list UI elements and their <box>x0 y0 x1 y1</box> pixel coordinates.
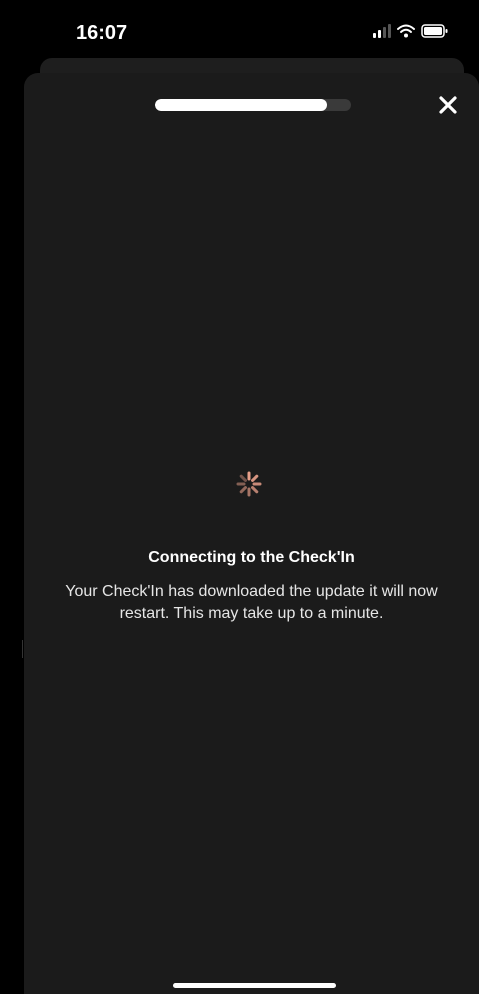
close-button[interactable] <box>435 92 461 118</box>
home-indicator <box>173 983 336 988</box>
progress-fill <box>155 99 328 111</box>
status-time: 16:07 <box>76 22 128 44</box>
loading-description: Your Check'In has downloaded the update … <box>65 583 438 622</box>
spinner-tick <box>251 474 259 482</box>
wifi-icon <box>397 24 415 38</box>
cellular-signal-icon <box>373 24 391 38</box>
edge-divider <box>22 640 26 658</box>
loading-spinner-icon <box>236 471 262 497</box>
modal-sheet: Connecting to the Check'In Your Check'In… <box>24 73 479 994</box>
status-bar: 16:07 <box>0 0 479 60</box>
spinner-tick <box>251 486 259 494</box>
status-icons <box>373 24 449 38</box>
close-icon <box>439 96 457 114</box>
progress-bar <box>155 99 351 111</box>
loading-title: Connecting to the Check'In <box>148 549 355 566</box>
spinner-tick <box>239 474 247 482</box>
spinner-tick <box>239 486 247 494</box>
battery-icon <box>421 24 448 38</box>
